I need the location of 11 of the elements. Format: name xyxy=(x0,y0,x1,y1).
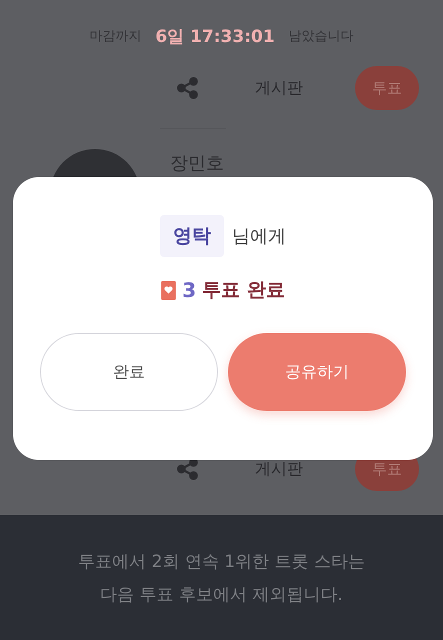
vote-complete-text: 투표 완료 xyxy=(202,278,285,303)
vote-count: 3 xyxy=(182,278,196,302)
share-button[interactable]: 공유하기 xyxy=(228,333,406,411)
heart-ticket-icon xyxy=(161,280,176,300)
notice-text: 다음 투표 후보에서 제외됩니다. xyxy=(100,584,343,606)
done-button[interactable]: 완료 xyxy=(40,333,218,411)
vote-button[interactable]: 투표 xyxy=(355,66,419,110)
notice-text: 투표에서 2회 연속 1위한 트롯 스타는 xyxy=(78,550,365,572)
recipient-name: 영탁 xyxy=(160,215,224,257)
recipient-suffix: 님에게 xyxy=(232,225,286,248)
countdown-time: 6일 17:33:01 xyxy=(155,26,275,48)
